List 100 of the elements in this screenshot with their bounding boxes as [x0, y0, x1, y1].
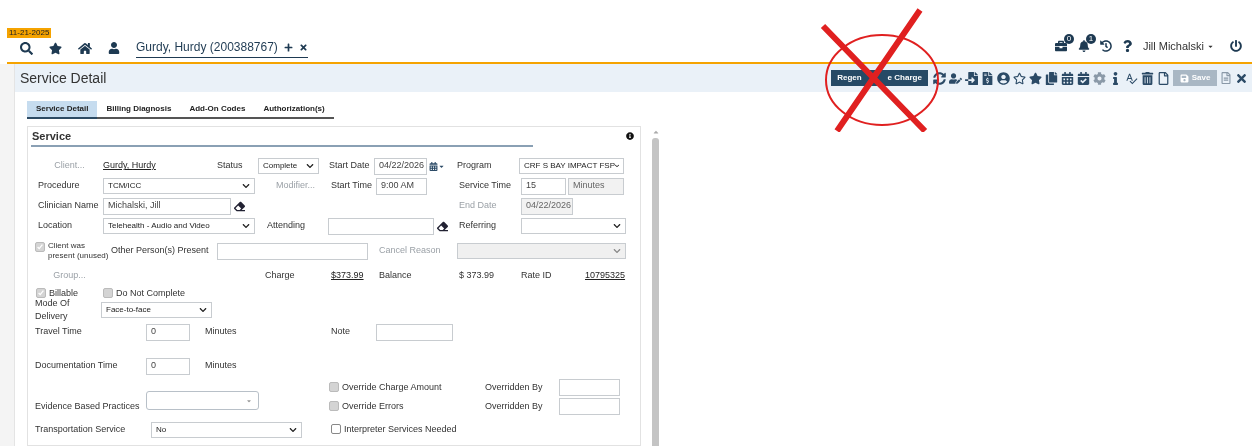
- field-label: Program: [457, 159, 492, 173]
- select-field[interactable]: No: [151, 422, 302, 438]
- calendar-icon[interactable]: [1061, 71, 1074, 85]
- close-icon[interactable]: [1235, 71, 1248, 85]
- info-icon[interactable]: [626, 132, 634, 140]
- briefcase-icon[interactable]: [1053, 40, 1068, 53]
- patient-tab[interactable]: Gurdy, Hurdy (200388767): [136, 38, 308, 58]
- field-label: Evidence Based Practices: [35, 399, 140, 413]
- field-label: Start Date: [329, 159, 370, 173]
- field-label: Travel Time: [35, 325, 82, 339]
- select-field[interactable]: [457, 243, 626, 259]
- checkbox-label: Client was present (unused): [48, 241, 110, 261]
- checkbox-label: Do Not Complete: [116, 287, 186, 301]
- field-label: Other Person(s) Present: [111, 244, 209, 258]
- bell-icon[interactable]: [1077, 40, 1090, 53]
- document-icon[interactable]: [1157, 71, 1170, 85]
- field-label: Location: [38, 219, 73, 233]
- close-icon[interactable]: [298, 42, 308, 52]
- field-label: Referring: [459, 219, 496, 233]
- date-badge: 11-21-2025: [7, 28, 52, 38]
- input-field[interactable]: 9:00 AM: [376, 177, 427, 195]
- tab[interactable]: Service Detail: [27, 101, 98, 119]
- star-icon[interactable]: [49, 41, 62, 55]
- refresh-icon[interactable]: [933, 71, 946, 85]
- user-menu[interactable]: Jill Michalski: [1142, 38, 1214, 55]
- select-field[interactable]: CRF S BAY IMPACT FSP: [519, 158, 624, 174]
- chevron-down-icon: [199, 306, 207, 314]
- select-field[interactable]: TCM/ICC: [103, 178, 255, 194]
- chevron-down-icon: [242, 182, 250, 190]
- chevron-down-icon: [289, 426, 297, 434]
- select-field[interactable]: [146, 391, 259, 410]
- caret-icon: [246, 397, 252, 404]
- select-field[interactable]: Face-to-face: [101, 302, 212, 318]
- chevron-down-icon: [242, 222, 250, 230]
- field-label: Service Time: [459, 179, 511, 193]
- field-label: Status: [217, 159, 243, 173]
- input-field[interactable]: 0: [146, 323, 190, 341]
- search-icon[interactable]: [20, 41, 33, 55]
- section-title: Service: [32, 128, 72, 144]
- input-field[interactable]: 0: [146, 357, 190, 375]
- field-label: Clinician Name: [38, 199, 99, 213]
- input-field[interactable]: [217, 242, 368, 260]
- balance-value: $ 373.99: [459, 269, 495, 283]
- input-field[interactable]: [559, 379, 620, 396]
- select-field[interactable]: Complete: [258, 158, 319, 174]
- input-field[interactable]: [559, 398, 620, 415]
- chevron-down-icon: [306, 162, 314, 170]
- input-field[interactable]: 04/22/2026: [374, 157, 427, 175]
- help-icon[interactable]: [1121, 40, 1133, 53]
- page-title: Service Detail: [20, 68, 107, 88]
- eraser-icon[interactable]: [437, 220, 448, 232]
- charge-link[interactable]: $373.99: [331, 269, 364, 283]
- select-field[interactable]: Telehealth - Audio and Video: [103, 218, 255, 234]
- field-label: Mode Of Delivery: [35, 296, 71, 323]
- select-field[interactable]: [521, 218, 626, 234]
- copy-icon[interactable]: [1045, 71, 1058, 85]
- field-label: Documentation Time: [35, 359, 118, 373]
- input-field[interactable]: [328, 217, 434, 235]
- field-label: Note: [331, 325, 350, 339]
- star-icon[interactable]: [1029, 71, 1042, 85]
- save-icon: [1179, 73, 1189, 83]
- file-import-icon[interactable]: [965, 71, 978, 85]
- field-label: Balance: [379, 269, 412, 283]
- home-icon[interactable]: [78, 41, 92, 55]
- field-label: Start Time: [331, 179, 372, 193]
- history-icon[interactable]: [1099, 40, 1112, 53]
- checkbox-label: Override Charge Amount: [342, 380, 442, 394]
- add-icon[interactable]: [283, 42, 293, 52]
- calendar-check-icon[interactable]: [1077, 71, 1090, 85]
- count-badge: 1: [1085, 34, 1096, 45]
- unit-label: Minutes: [205, 359, 237, 373]
- field-label: Overridden By: [485, 380, 543, 394]
- chevron-down-icon: [613, 222, 621, 230]
- trash-icon[interactable]: [1141, 71, 1154, 85]
- field-label: Overridden By: [485, 399, 543, 413]
- star-outline-icon[interactable]: [1013, 71, 1026, 85]
- eraser-icon[interactable]: [234, 200, 245, 212]
- input-field[interactable]: [376, 323, 453, 341]
- field-label: Attending: [267, 219, 306, 233]
- unit-label: Minutes: [205, 325, 237, 339]
- field-label: Transportation Service: [35, 423, 126, 437]
- spellcheck-icon[interactable]: [1125, 71, 1138, 85]
- count-badge: 0: [1063, 34, 1074, 45]
- checkbox-label: Interpreter Services Needed: [344, 423, 457, 437]
- field-label: Charge: [265, 269, 295, 283]
- user-icon[interactable]: [108, 42, 120, 54]
- checkbox-label: Override Errors: [342, 399, 404, 413]
- power-icon[interactable]: [1230, 40, 1242, 53]
- invoice-icon[interactable]: [981, 71, 994, 85]
- input-field[interactable]: 15: [521, 177, 566, 195]
- scrollbar-thumb[interactable]: [652, 138, 659, 446]
- rate-id-link[interactable]: 10795325: [585, 269, 626, 283]
- checkbox[interactable]: [331, 424, 341, 435]
- chevron-down-icon: [613, 247, 621, 255]
- field-label: Rate ID: [521, 269, 552, 283]
- user-edit-icon[interactable]: [949, 71, 962, 85]
- input-field[interactable]: Michalski, Jill: [103, 197, 231, 215]
- calendar-icon[interactable]: [429, 161, 438, 171]
- input-field[interactable]: Minutes: [568, 177, 624, 195]
- checkbox-label: Billable: [49, 287, 79, 299]
